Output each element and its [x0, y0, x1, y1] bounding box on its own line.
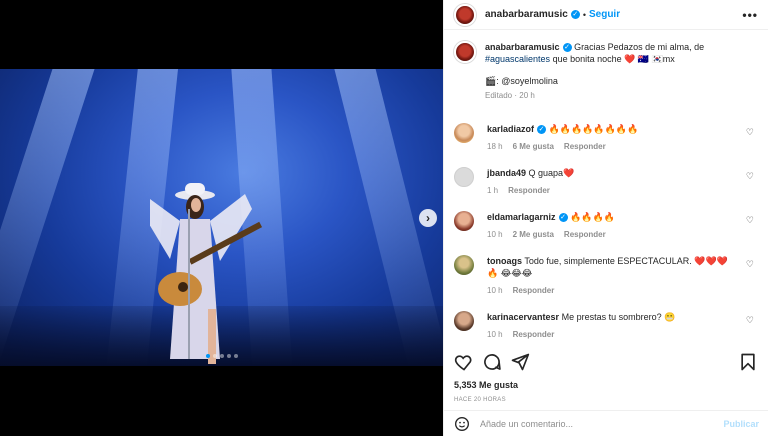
comments-scroll[interactable]: anabarbaramusic ✓ Gracias Pedazos de mi a…: [444, 35, 768, 346]
caption-avatar[interactable]: [454, 41, 476, 63]
comment: tonoags Todo fue, simplemente ESPECTACUL…: [454, 255, 759, 297]
comment-time: 10 h: [487, 286, 503, 295]
caption-username[interactable]: anabarbaramusic: [485, 42, 560, 52]
more-options-button[interactable]: •••: [742, 8, 758, 22]
posted-time: HACE 20 HORAS: [454, 397, 506, 403]
comment-composer: Publicar: [444, 410, 768, 436]
follow-button[interactable]: Seguir: [589, 9, 620, 20]
comment-username[interactable]: jbanda49: [487, 168, 526, 178]
comment-time: 10 h: [487, 230, 503, 239]
like-comment-heart-icon[interactable]: ♡: [746, 259, 754, 270]
carousel-dot: [233, 354, 238, 358]
carousel-dot: [219, 354, 224, 358]
heart-icon[interactable]: [454, 352, 474, 372]
comment-avatar[interactable]: [454, 311, 474, 331]
comment-text: Me prestas tu sombrero? 😬: [561, 312, 676, 322]
caption-meta: Editado · 20 h: [485, 91, 535, 100]
carousel-indicator: [0, 354, 443, 358]
hashtag-link[interactable]: #aguascalientes: [485, 54, 550, 64]
publish-button[interactable]: Publicar: [723, 419, 759, 429]
like-comment-heart-icon[interactable]: ♡: [746, 127, 754, 138]
comment-time: 18 h: [487, 142, 503, 151]
comment: karinacervantesr Me prestas tu sombrero?…: [454, 311, 759, 341]
bookmark-icon[interactable]: [738, 352, 758, 372]
carousel-dot: [212, 354, 217, 358]
post-photo: [0, 69, 443, 366]
comment-text: Todo fue, simplemente ESPECTACULAR. ❤️❤️…: [487, 256, 728, 278]
carousel-dot: [226, 354, 231, 358]
comment-input[interactable]: [480, 418, 710, 429]
comment-avatar[interactable]: [454, 167, 474, 187]
chevron-right-icon: ›: [426, 211, 430, 225]
comment-likes[interactable]: 6 Me gusta: [513, 141, 554, 153]
verified-badge-icon: ✓: [562, 43, 572, 53]
comment-text: 🔥🔥🔥🔥: [570, 212, 615, 222]
verified-badge-icon: ✓: [570, 10, 580, 19]
comment-time: 10 h: [487, 330, 503, 339]
emoji-icon[interactable]: [454, 416, 470, 432]
caption-text: Gracias Pedazos de mi alma, de: [574, 42, 705, 52]
reply-button[interactable]: Responder: [564, 141, 606, 153]
comment-likes[interactable]: 2 Me gusta: [513, 229, 554, 241]
caption: anabarbaramusic ✓ Gracias Pedazos de mi a…: [454, 41, 759, 102]
author-avatar[interactable]: [454, 3, 476, 26]
carousel-dot-active: [205, 354, 210, 358]
author-username[interactable]: anabarbaramusic: [485, 9, 568, 20]
post-header: anabarbaramusic ✓ • Seguir •••: [444, 0, 768, 30]
comment-username[interactable]: tonoags: [487, 256, 522, 266]
header-separator: •: [582, 9, 586, 20]
media-pane: ›: [0, 0, 443, 436]
comment-time: 1 h: [487, 186, 499, 195]
next-photo-button[interactable]: ›: [419, 209, 437, 227]
performer-figure: [150, 183, 263, 364]
post-panel: anabarbaramusic ✓ • Seguir ••• anabarbar…: [443, 0, 768, 436]
comment-avatar[interactable]: [454, 211, 474, 231]
action-bar: [454, 350, 758, 374]
comment-username[interactable]: eldamarlagarniz: [487, 212, 556, 222]
comment: eldamarlagarniz ✓ 🔥🔥🔥🔥 10 h 2 Me gusta Re…: [454, 211, 759, 241]
verified-badge-icon: ✓: [558, 213, 568, 223]
comment: jbanda49 Q guapa❤️ 1 h Responder ♡: [454, 167, 759, 197]
comment-avatar[interactable]: [454, 123, 474, 143]
share-icon[interactable]: [510, 352, 530, 372]
comment-text: Q guapa❤️: [528, 168, 575, 178]
comment-text: 🔥🔥🔥🔥🔥🔥🔥🔥: [548, 124, 639, 134]
like-comment-heart-icon[interactable]: ♡: [746, 215, 754, 226]
comment-username[interactable]: karladiazof: [487, 124, 534, 134]
caption-credit: 🎬: @soyelmolina: [485, 76, 558, 86]
reply-button[interactable]: Responder: [513, 285, 555, 297]
comment-username[interactable]: karinacervantesr: [487, 312, 559, 322]
comment-icon[interactable]: [482, 352, 502, 372]
caption-text-2: que bonita noche ❤️ 🇦🇺 🇰🇷mx: [552, 54, 675, 64]
comment: karladiazof ✓ 🔥🔥🔥🔥🔥🔥🔥🔥 18 h 6 Me gusta Re…: [454, 123, 759, 153]
like-comment-heart-icon[interactable]: ♡: [746, 315, 754, 326]
reply-button[interactable]: Responder: [508, 185, 550, 197]
post-viewer: › anabarbaramusic ✓ • Seguir ••• anabarb…: [0, 0, 768, 436]
comment-avatar[interactable]: [454, 255, 474, 275]
reply-button[interactable]: Responder: [513, 329, 555, 341]
reply-button[interactable]: Responder: [564, 229, 606, 241]
verified-badge-icon: ✓: [537, 125, 547, 135]
like-comment-heart-icon[interactable]: ♡: [746, 171, 754, 182]
like-count[interactable]: 5,353 Me gusta: [454, 380, 518, 390]
